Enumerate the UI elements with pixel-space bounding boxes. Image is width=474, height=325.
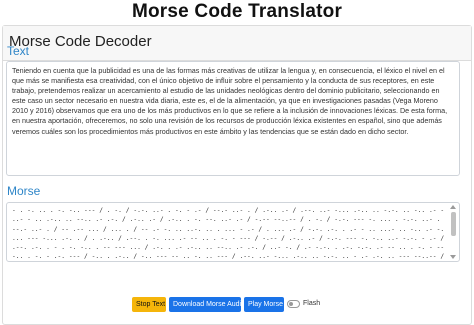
morse-scrollbar[interactable] bbox=[449, 204, 458, 260]
scroll-down-icon[interactable] bbox=[450, 255, 456, 259]
text-input[interactable]: Teniendo en cuenta que la publicidad es … bbox=[6, 61, 460, 176]
morse-output[interactable]: - . -. .. . -. -.. --- / . -. / -.-. ..-… bbox=[6, 202, 460, 262]
download-morse-audio-button[interactable]: Download Morse Audio bbox=[169, 297, 245, 312]
card-header: Morse Code Decoder bbox=[3, 26, 471, 61]
flash-toggle[interactable] bbox=[287, 300, 300, 308]
page-title: Morse Code Translator bbox=[131, 1, 343, 22]
play-morse-button[interactable]: Play Morse bbox=[244, 297, 284, 312]
morse-section-label: Morse bbox=[7, 184, 41, 198]
text-section-label: Text bbox=[7, 44, 30, 58]
morse-line: ... --- -... .-. . / . .-.. / .--. . -. … bbox=[12, 234, 445, 242]
flash-label: Flash bbox=[303, 300, 321, 307]
scroll-up-icon[interactable] bbox=[450, 205, 456, 209]
scroll-thumb[interactable] bbox=[451, 212, 456, 236]
morse-line: .--. .-. . - . -. -.. . -- --- ... / .-.… bbox=[12, 244, 445, 252]
controls-bar: Stop Text Download Morse Audio Play Mors… bbox=[0, 297, 474, 313]
stop-text-button[interactable]: Stop Text bbox=[132, 297, 166, 312]
toggle-knob bbox=[289, 302, 293, 306]
morse-line: -.. . -. - .-. --- / -.. . .-.. / -.. --… bbox=[12, 253, 445, 261]
morse-line: --.- ..- . / -- .-- ... / ... . / -- .- … bbox=[12, 225, 445, 233]
morse-line: ..- - .. .-.. .. --.. .- .-. / .-.. .- /… bbox=[12, 216, 445, 224]
morse-line: - . -. .. . -. -.. --- / . -. / -.-. ..-… bbox=[12, 207, 445, 214]
